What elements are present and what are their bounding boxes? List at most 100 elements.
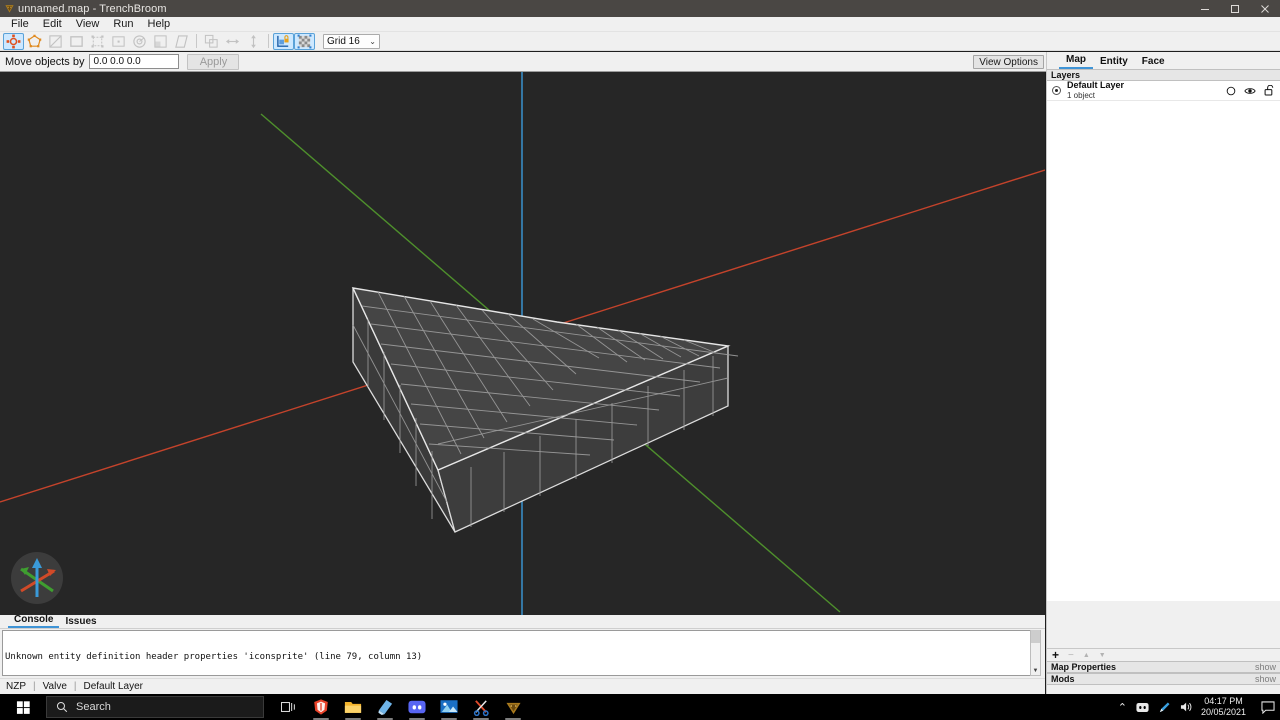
flip-vertical-button[interactable] xyxy=(243,33,264,50)
layer-list: Default Layer 1 object xyxy=(1047,81,1280,601)
remove-layer-button[interactable]: − xyxy=(1068,650,1074,661)
taskbar-snip-sketch[interactable] xyxy=(470,694,492,720)
layer-object-count: 1 object xyxy=(1067,91,1226,100)
tray-discord-icon[interactable] xyxy=(1136,702,1149,713)
chevron-down-icon: ⌄ xyxy=(369,37,376,46)
snip-sketch-scissors-icon xyxy=(473,699,490,716)
move-layer-up-button[interactable]: ▲ xyxy=(1083,652,1090,659)
move-objects-input[interactable] xyxy=(89,54,179,69)
brush-tool-button[interactable] xyxy=(66,33,87,50)
square-brush-icon xyxy=(69,34,84,49)
taskbar-discord[interactable] xyxy=(406,694,428,720)
tab-face[interactable]: Face xyxy=(1135,56,1172,69)
layer-active-radio[interactable] xyxy=(1052,86,1061,95)
taskbar-search-box[interactable]: Search xyxy=(46,696,264,718)
status-format: Valve xyxy=(43,681,67,692)
snap-grid-lock-icon xyxy=(276,34,291,49)
close-button[interactable] xyxy=(1250,0,1280,17)
flip-horizontal-button[interactable] xyxy=(222,33,243,50)
vertex-tool-button[interactable] xyxy=(24,33,45,50)
title-bar: unnamed.map - TrenchBroom xyxy=(0,0,1280,17)
menu-edit[interactable]: Edit xyxy=(36,17,69,32)
taskbar-notes[interactable] xyxy=(374,694,396,720)
minimize-button[interactable] xyxy=(1190,0,1220,17)
circle-omit-icon[interactable] xyxy=(1226,86,1236,96)
action-center-button[interactable] xyxy=(1256,694,1280,720)
view-options-button[interactable]: View Options xyxy=(973,55,1044,69)
console-tab-strip: Console Issues xyxy=(0,615,1045,629)
snap-to-grid-button[interactable] xyxy=(273,33,294,50)
status-bar: NZP | Valve | Default Layer xyxy=(0,678,1045,694)
resize-tool-button[interactable] xyxy=(87,33,108,50)
console-output[interactable]: Unknown entity definition header propert… xyxy=(2,630,1038,676)
status-separator: | xyxy=(74,681,77,692)
duplicate-button[interactable] xyxy=(201,33,222,50)
select-tool-button[interactable] xyxy=(3,33,24,50)
scroll-down-icon[interactable]: ▼ xyxy=(1033,668,1039,675)
eye-visibility-icon[interactable] xyxy=(1244,86,1256,96)
grid-size-select[interactable]: Grid 16 ⌄ xyxy=(323,34,380,49)
taskbar-brave[interactable] xyxy=(310,694,332,720)
polygon-vertex-icon xyxy=(27,34,42,49)
taskbar-photos[interactable] xyxy=(438,694,460,720)
sticky-notes-icon xyxy=(377,699,394,716)
notification-bell-icon xyxy=(1261,701,1275,714)
scale-tool-button[interactable] xyxy=(150,33,171,50)
status-layer: Default Layer xyxy=(84,681,143,692)
window-controls xyxy=(1190,0,1280,17)
select-gizmo-icon xyxy=(6,34,21,49)
trenchbroom-logo-icon xyxy=(0,0,18,17)
shear-tool-button[interactable] xyxy=(171,33,192,50)
map-properties-row[interactable]: Map Properties show xyxy=(1047,661,1280,673)
trenchbroom-logo-icon xyxy=(505,700,522,715)
rotate-tool-button[interactable] xyxy=(129,33,150,50)
menu-view[interactable]: View xyxy=(69,17,107,32)
discord-icon xyxy=(408,699,426,715)
taskbar-app-group xyxy=(278,694,524,720)
layer-row-default[interactable]: Default Layer 1 object xyxy=(1047,81,1280,101)
menu-help[interactable]: Help xyxy=(141,17,178,32)
tray-expand-chevron-icon[interactable]: ⌃ xyxy=(1118,701,1127,714)
tab-console[interactable]: Console xyxy=(8,614,59,628)
rotate-circle-icon xyxy=(132,34,147,49)
menu-file[interactable]: File xyxy=(4,17,36,32)
taskbar-file-explorer[interactable] xyxy=(342,694,364,720)
clip-tool-button[interactable] xyxy=(45,33,66,50)
apply-button[interactable]: Apply xyxy=(187,54,239,70)
mods-show-link[interactable]: show xyxy=(1255,674,1276,684)
toggle-texture-lock-button[interactable] xyxy=(294,33,315,50)
tab-issues[interactable]: Issues xyxy=(59,616,102,628)
mods-row[interactable]: Mods show xyxy=(1047,673,1280,685)
console-scroll-thumb[interactable] xyxy=(1031,630,1040,643)
start-windows-icon[interactable] xyxy=(0,694,46,720)
tab-map[interactable]: Map xyxy=(1059,54,1093,69)
layer-name: Default Layer xyxy=(1067,81,1226,90)
tray-volume-icon[interactable] xyxy=(1180,701,1193,713)
duplicate-squares-icon xyxy=(204,34,219,49)
clock-date: 20/05/2021 xyxy=(1201,707,1246,718)
unlocked-padlock-icon[interactable] xyxy=(1264,85,1274,96)
tray-pen-icon[interactable] xyxy=(1158,701,1171,714)
flip-vertical-icon xyxy=(246,34,261,49)
map-3d-viewport[interactable] xyxy=(0,72,1045,615)
mods-label: Mods xyxy=(1051,674,1075,684)
clip-plane-icon xyxy=(48,34,63,49)
maximize-button[interactable] xyxy=(1220,0,1250,17)
taskbar-clock[interactable]: 04:17 PM 20/05/2021 xyxy=(1201,696,1246,718)
task-view-button[interactable] xyxy=(278,694,300,720)
console-line: Unknown entity definition header propert… xyxy=(5,652,1035,662)
search-placeholder-text: Search xyxy=(76,701,111,713)
map-properties-show-link[interactable]: show xyxy=(1255,662,1276,672)
tab-entity[interactable]: Entity xyxy=(1093,56,1135,69)
add-layer-button[interactable]: + xyxy=(1052,648,1059,662)
inspector-rows: Map Properties show Mods show xyxy=(1047,661,1280,685)
move-objects-label: Move objects by xyxy=(5,56,84,68)
taskbar-trenchbroom[interactable] xyxy=(502,694,524,720)
windows-taskbar: Search xyxy=(0,694,1280,720)
console-panel: Console Issues Unknown entity definition… xyxy=(0,615,1045,678)
move-layer-down-button[interactable]: ▼ xyxy=(1099,652,1106,659)
vertex-point-button[interactable] xyxy=(108,33,129,50)
tray-icon-group: ⌃ xyxy=(1118,701,1193,714)
menu-run[interactable]: Run xyxy=(106,17,140,32)
system-tray: ⌃ 04:17 PM 20/05/2021 xyxy=(1118,694,1280,720)
